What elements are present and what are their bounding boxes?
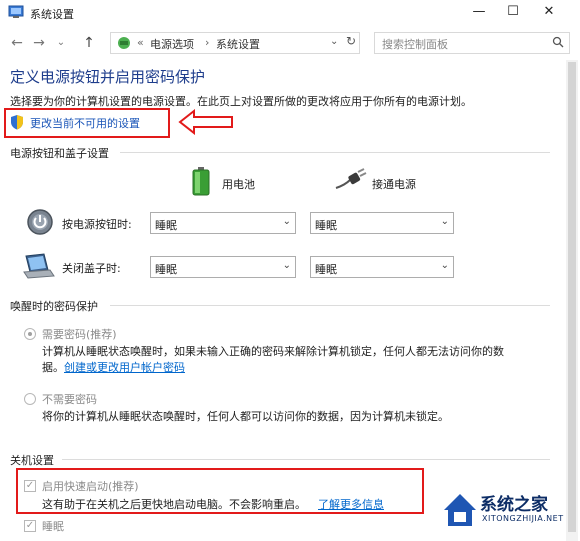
select-value: 睡眠 xyxy=(315,263,337,276)
no-password-label: 不需要密码 xyxy=(42,393,97,406)
page-description: 选择要为你的计算机设置的电源设置。在此页上对设置所做的更改将应用于你所有的电源计… xyxy=(10,95,472,108)
forward-button[interactable]: → xyxy=(30,34,48,52)
chevron-down-icon: ⌄ xyxy=(282,260,291,271)
require-password-label: 需要密码(推荐) xyxy=(42,328,117,341)
require-password-radio[interactable] xyxy=(24,328,36,340)
section-title-shutdown: 关机设置 xyxy=(10,454,54,467)
back-button[interactable]: ← xyxy=(8,34,26,52)
sleep-checkbox[interactable]: ✓ xyxy=(24,520,36,532)
column-plugged-in: 接通电源 xyxy=(372,178,416,191)
select-value: 睡眠 xyxy=(155,263,177,276)
close-lid-label: 关闭盖子时: xyxy=(62,262,121,275)
recent-dropdown-button[interactable]: ⌄ xyxy=(52,34,70,52)
breadcrumb-item[interactable]: 系统设置 xyxy=(216,36,260,52)
no-password-description: 将你的计算机从睡眠状态唤醒时，任何人都可以访问你的数据，因为计算机未锁定。 xyxy=(42,410,449,423)
require-password-description-cont: 据。 xyxy=(42,361,64,374)
maximize-button[interactable]: ☐ xyxy=(496,0,530,26)
laptop-lid-icon xyxy=(23,253,55,279)
address-dropdown-button[interactable]: ⌄ xyxy=(330,36,338,47)
sleep-label: 睡眠 xyxy=(42,520,64,533)
watermark-url: XITONGZHIJIA.NET xyxy=(482,514,564,523)
watermark-title: 系统之家 xyxy=(480,495,548,515)
chevron-down-icon: ⌄ xyxy=(282,216,291,227)
fast-startup-description: 这有助于在关机之后更快地启动电脑。不会影响重启。 xyxy=(42,498,306,511)
chevron-down-icon: ⌄ xyxy=(440,260,449,271)
column-battery: 用电池 xyxy=(222,178,255,191)
fast-startup-label: 启用快速启动(推荐) xyxy=(42,480,139,493)
learn-more-link[interactable]: 了解更多信息 xyxy=(318,496,384,512)
battery-icon xyxy=(192,167,210,196)
require-password-description: 计算机从睡眠状态唤醒时，如果未输入正确的密码来解除计算机锁定，任何人都无法访问你… xyxy=(42,345,504,358)
power-button-label: 按电源按钮时: xyxy=(62,218,132,231)
refresh-button[interactable]: ↻ xyxy=(346,34,356,48)
power-button-battery-select[interactable]: 睡眠 ⌄ xyxy=(150,212,296,234)
section-title-power-buttons: 电源按钮和盖子设置 xyxy=(10,147,109,160)
select-value: 睡眠 xyxy=(315,219,337,232)
section-title-wake-password: 唤醒时的密码保护 xyxy=(10,300,98,313)
power-button-icon xyxy=(27,209,53,235)
watermark-logo-icon xyxy=(444,494,476,526)
breadcrumb-separator: › xyxy=(205,36,210,49)
fast-startup-checkbox[interactable]: ✓ xyxy=(24,480,36,492)
close-lid-plugged-select[interactable]: 睡眠 ⌄ xyxy=(310,256,454,278)
close-lid-battery-select[interactable]: 睡眠 ⌄ xyxy=(150,256,296,278)
power-plug-icon xyxy=(335,168,367,189)
section-divider xyxy=(110,305,550,306)
select-value: 睡眠 xyxy=(155,219,177,232)
breadcrumb-overflow[interactable]: « xyxy=(137,36,144,49)
search-placeholder: 搜索控制面板 xyxy=(382,38,448,51)
uac-shield-icon xyxy=(11,115,23,130)
red-arrow-annotation xyxy=(178,109,233,135)
scrollbar-thumb[interactable] xyxy=(568,62,576,532)
chevron-down-icon: ⌄ xyxy=(440,216,449,227)
window-title: 系统设置 xyxy=(30,8,74,21)
up-button[interactable]: ↑ xyxy=(80,34,98,52)
close-button[interactable]: ✕ xyxy=(532,0,566,26)
control-panel-icon xyxy=(8,5,24,18)
search-icon[interactable] xyxy=(552,36,564,48)
minimize-button[interactable]: — xyxy=(462,0,496,26)
breadcrumb-item[interactable]: 电源选项 xyxy=(150,36,194,52)
control-panel-icon xyxy=(118,37,130,49)
create-password-link[interactable]: 创建或更改用户帐户密码 xyxy=(64,359,185,375)
change-unavailable-settings-link[interactable]: 更改当前不可用的设置 xyxy=(30,115,140,131)
power-button-plugged-select[interactable]: 睡眠 ⌄ xyxy=(310,212,454,234)
section-divider xyxy=(120,152,550,153)
page-title: 定义电源按钮并启用密码保护 xyxy=(10,68,206,86)
section-divider xyxy=(62,459,550,460)
no-password-radio[interactable] xyxy=(24,393,36,405)
